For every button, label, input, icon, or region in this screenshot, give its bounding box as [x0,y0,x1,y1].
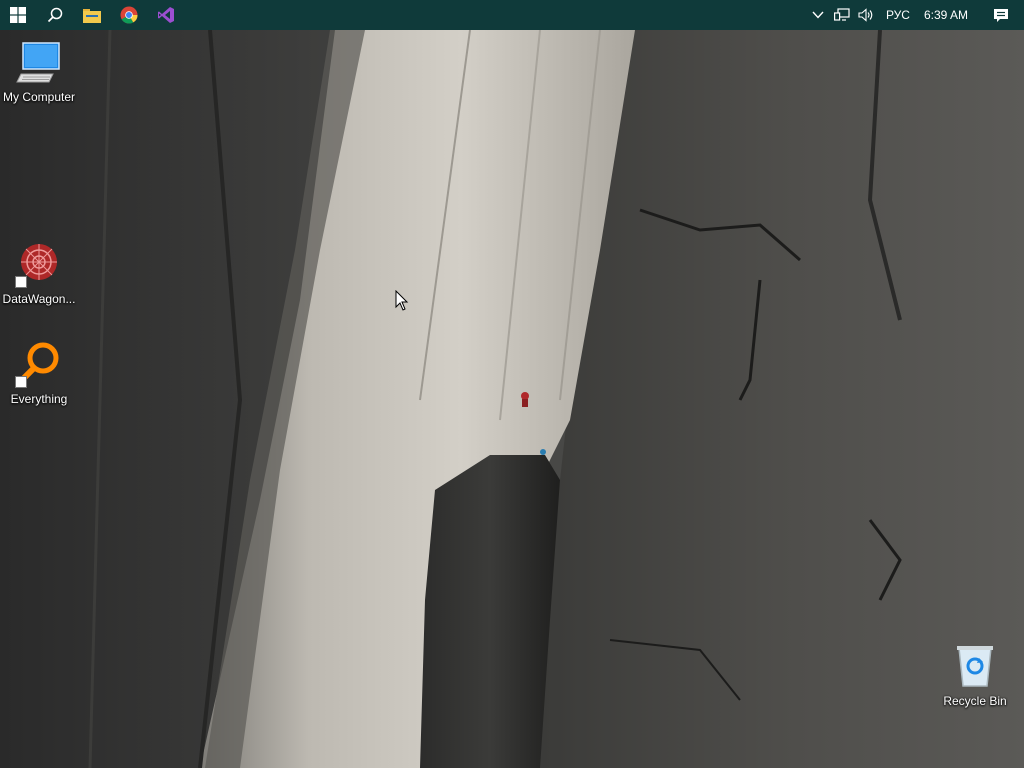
desktop-icon-label: DataWagon... [2,292,76,306]
network-icon [833,8,850,21]
desktop-icon-label: Everything [10,392,68,406]
recycle-bin-icon [951,642,999,690]
speaker-icon [858,8,873,22]
chevron-down-icon [812,11,824,19]
windows-start-icon [10,7,26,23]
shortcut-arrow-icon [15,276,27,288]
chrome-icon [120,6,138,24]
file-explorer-button[interactable] [73,0,110,30]
clock[interactable]: 6:39 AM [918,0,978,30]
monitor-icon [15,38,63,86]
taskbar: РУС 6:39 AM [0,0,1024,30]
network-button[interactable] [830,0,854,30]
search-icon [47,7,62,23]
desktop-screen: РУС 6:39 AM My Computer DataWagon... Eve… [0,0,1024,768]
shortcut-arrow-icon [15,376,27,388]
desktop-icon-my-computer[interactable]: My Computer [1,38,77,104]
desktop-wallpaper [0,0,1024,768]
action-center-button[interactable] [978,0,1024,30]
visual-studio-button[interactable] [147,0,184,30]
desktop-icon-label: My Computer [2,90,76,104]
desktop-icon-label: Recycle Bin [943,694,1007,708]
system-tray: РУС 6:39 AM [806,0,1024,30]
everything-search-icon [15,340,63,388]
visual-studio-icon [157,7,174,23]
search-button[interactable] [36,0,73,30]
show-hidden-icons-button[interactable] [806,0,830,30]
desktop-icon-datawagon[interactable]: DataWagon... [1,240,77,306]
start-button[interactable] [0,0,36,30]
chrome-button[interactable] [110,0,147,30]
volume-button[interactable] [854,0,878,30]
mouse-cursor-icon [395,290,409,311]
datawagon-icon [15,240,63,288]
desktop-icon-recycle-bin[interactable]: Recycle Bin [937,642,1013,708]
input-language-indicator[interactable]: РУС [878,0,918,30]
file-explorer-icon [82,9,101,23]
notification-icon [994,8,1008,22]
desktop-icon-everything[interactable]: Everything [1,340,77,406]
